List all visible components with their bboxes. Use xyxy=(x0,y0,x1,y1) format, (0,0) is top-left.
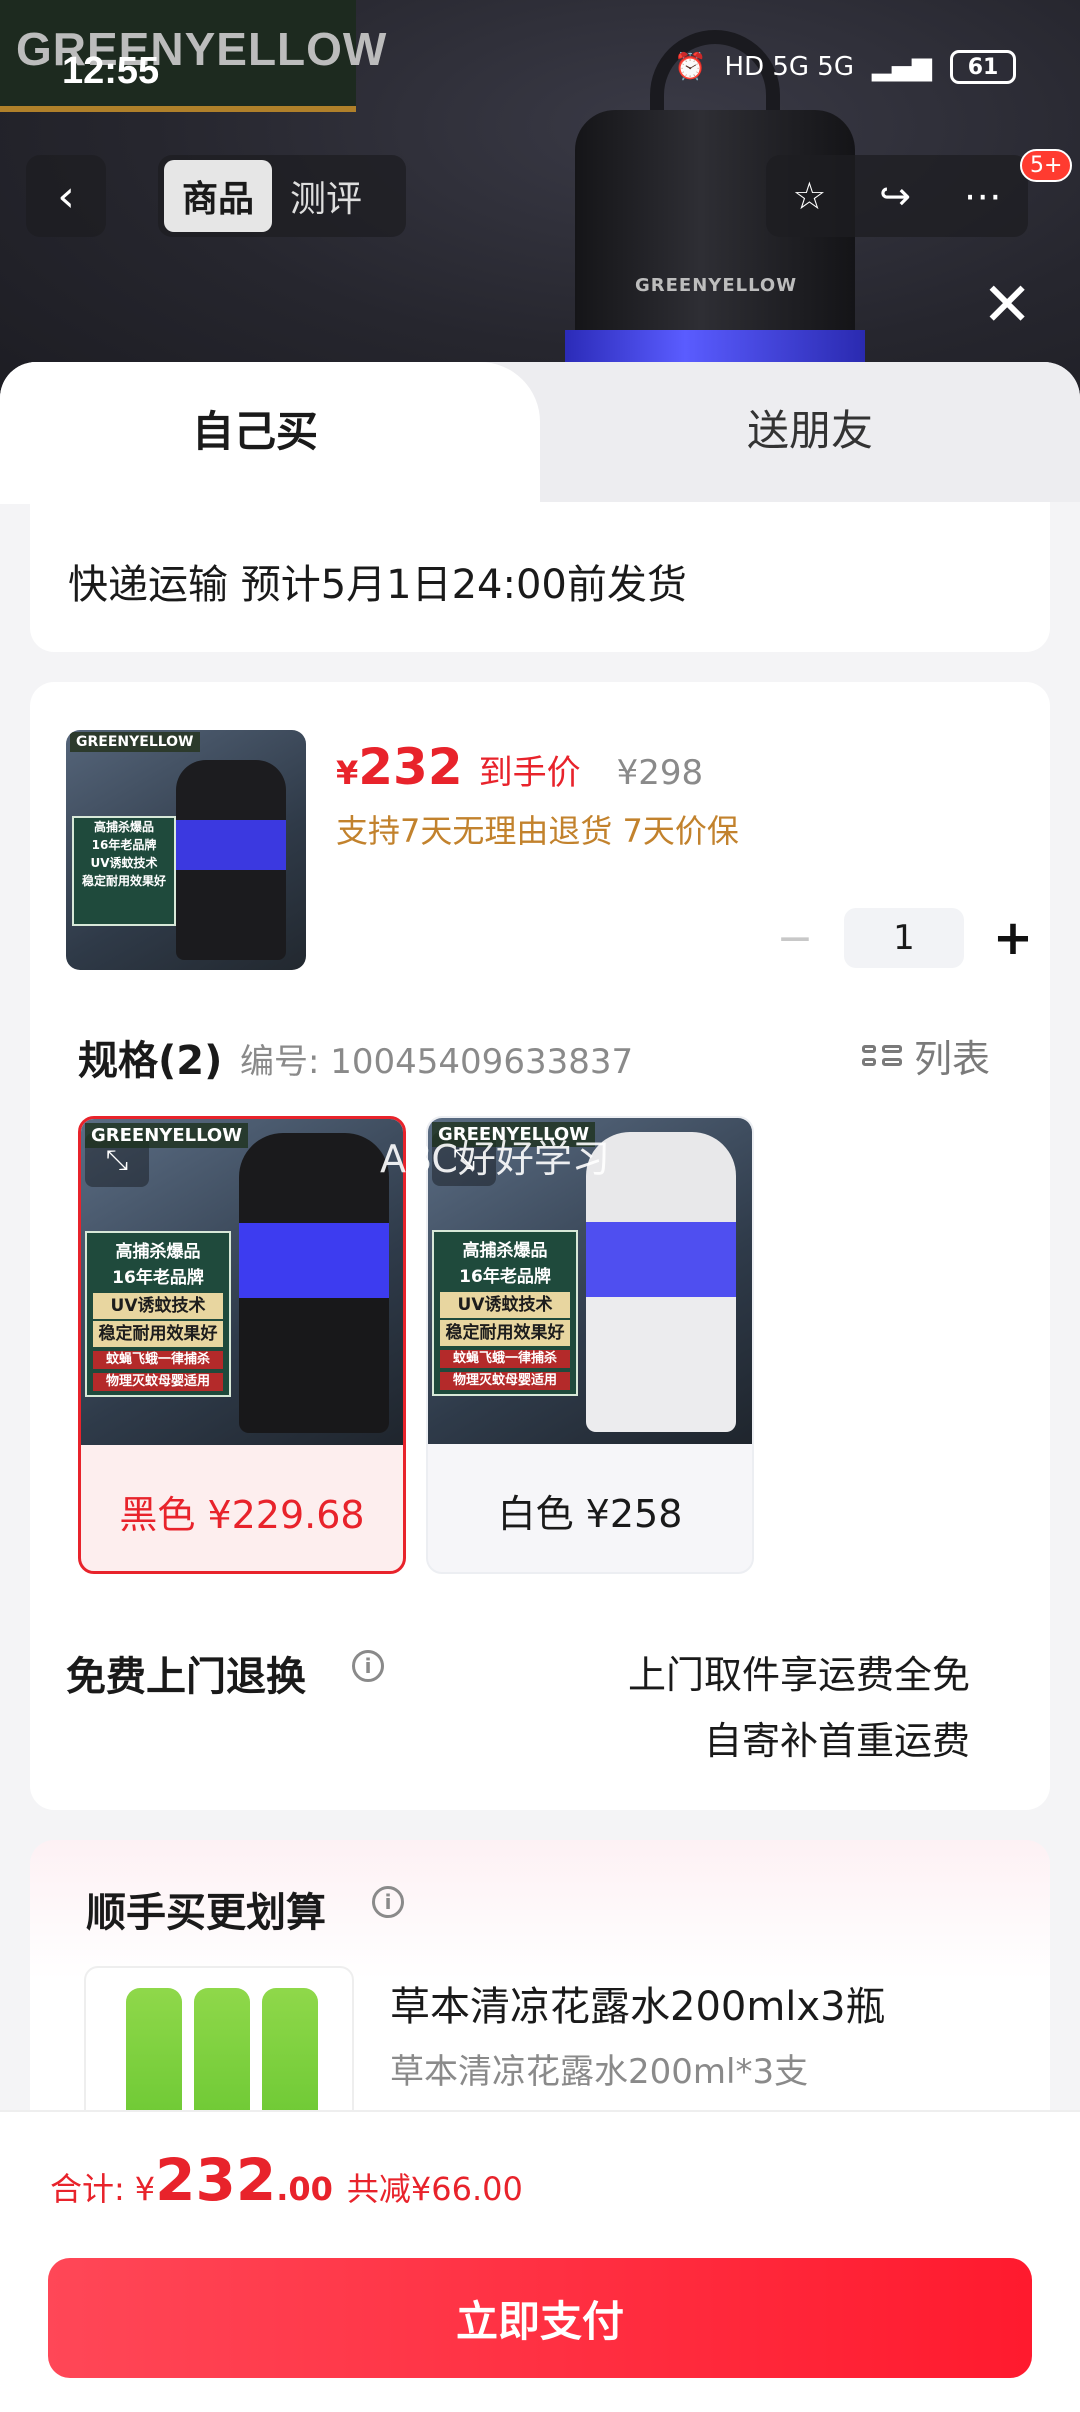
original-price: ¥298 xyxy=(616,753,704,793)
more-icon[interactable]: ⋯ xyxy=(964,174,1002,218)
shipping-text: 快递运输 预计5月1日24:00前发货 xyxy=(68,562,687,608)
tab-review[interactable]: 测评 xyxy=(272,160,380,232)
price-row: ¥232 到手价 ¥298 xyxy=(336,738,703,796)
price-label: 到手价 xyxy=(478,753,581,793)
list-icon xyxy=(862,1045,902,1066)
minus-button[interactable]: − xyxy=(770,913,820,964)
chevron-left-icon: ‹ xyxy=(57,170,75,222)
pay-now-button[interactable]: 立即支付 xyxy=(48,2258,1032,2378)
buy-mode-tabs: 送朋友 自己买 xyxy=(0,362,1080,504)
guarantee-text: 支持7天无理由退货 7天价保 xyxy=(336,812,739,850)
variant-label: 白色 ¥258 xyxy=(497,1491,683,1536)
watermark-text: ABC好好学习 xyxy=(380,1137,610,1181)
close-icon[interactable]: ✕ xyxy=(982,270,1032,340)
tab-self-buy[interactable]: 自己买 xyxy=(0,362,540,504)
notification-badge: 5+ xyxy=(1020,149,1073,182)
current-price: ¥232 xyxy=(336,738,463,796)
discount-text: 共减¥66.00 xyxy=(346,2170,523,2208)
battery-icon: 61 xyxy=(950,50,1016,84)
variant-label: 黑色 ¥229.68 xyxy=(119,1492,365,1537)
top-actions: ☆ ↪ ⋯ xyxy=(766,155,1028,237)
bundle-title: 顺手买更划算 xyxy=(86,1890,326,1936)
quantity-input[interactable]: 1 xyxy=(844,908,964,968)
alarm-icon: ⏰ xyxy=(674,52,707,82)
spec-title: 规格(2) xyxy=(78,1038,223,1084)
top-nav: ‹ 商品 测评 ☆ ↪ ⋯ 5+ xyxy=(0,149,1080,237)
variant-image: 高捕杀爆品 16年老品牌 UV诱蚊技术 稳定耐用效果好 蚊蝇飞蛾一律捕杀 物理灭… xyxy=(81,1119,403,1445)
bundle-desc: 草本清凉花露水200ml*3支 xyxy=(390,2052,809,2092)
total-price: 合计: ¥ 232 .00 共减¥66.00 xyxy=(50,2146,523,2214)
share-icon[interactable]: ↪ xyxy=(879,174,911,218)
spec-code: 编号: 10045409633837 xyxy=(240,1042,634,1082)
star-icon[interactable]: ☆ xyxy=(792,174,826,218)
bundle-name[interactable]: 草本清凉花露水200mlx3瓶 xyxy=(390,1974,886,2032)
info-icon[interactable]: i xyxy=(352,1650,384,1682)
tab-goods[interactable]: 商品 xyxy=(164,160,273,232)
status-time: 12:55 xyxy=(62,50,160,92)
network-indicator: HD 5G 5G xyxy=(724,52,854,82)
list-view-button[interactable]: 列表 xyxy=(862,1028,990,1083)
shipping-card: 快递运输 预计5月1日24:00前发货 xyxy=(30,502,1050,652)
info-icon[interactable]: i xyxy=(372,1886,404,1918)
tab-gift[interactable]: 送朋友 xyxy=(540,362,1080,502)
product-thumbnail[interactable]: GREENYELLOW 高捕杀爆品 16年老品牌 UV诱蚊技术 稳定耐用效果好 xyxy=(66,730,306,970)
status-bar: 12:55 ⏰ HD 5G 5G ▂▄▆ 61 xyxy=(0,40,1080,100)
purchase-sheet: 送朋友 自己买 快递运输 预计5月1日24:00前发货 GREENYELLOW … xyxy=(0,362,1080,2412)
back-button[interactable]: ‹ xyxy=(26,155,106,237)
variant-white[interactable]: 高捕杀爆品 16年老品牌 UV诱蚊技术 稳定耐用效果好 蚊蝇飞蛾一律捕杀 物理灭… xyxy=(426,1116,754,1574)
variant-black[interactable]: 高捕杀爆品 16年老品牌 UV诱蚊技术 稳定耐用效果好 蚊蝇飞蛾一律捕杀 物理灭… xyxy=(78,1116,406,1574)
product-card: GREENYELLOW 高捕杀爆品 16年老品牌 UV诱蚊技术 稳定耐用效果好 … xyxy=(30,682,1050,1810)
return-title: 免费上门退换 xyxy=(66,1654,306,1700)
checkout-bar: 合计: ¥ 232 .00 共减¥66.00 立即支付 xyxy=(0,2110,1080,2412)
page-tab-switch: 商品 测评 xyxy=(158,155,406,237)
plus-button[interactable]: + xyxy=(988,910,1038,966)
quantity-stepper: − 1 + xyxy=(770,908,1038,968)
return-details: 上门取件享运费全免 自寄补首重运费 xyxy=(627,1653,970,1763)
signal-icon: ▂▄▆ xyxy=(872,52,932,82)
